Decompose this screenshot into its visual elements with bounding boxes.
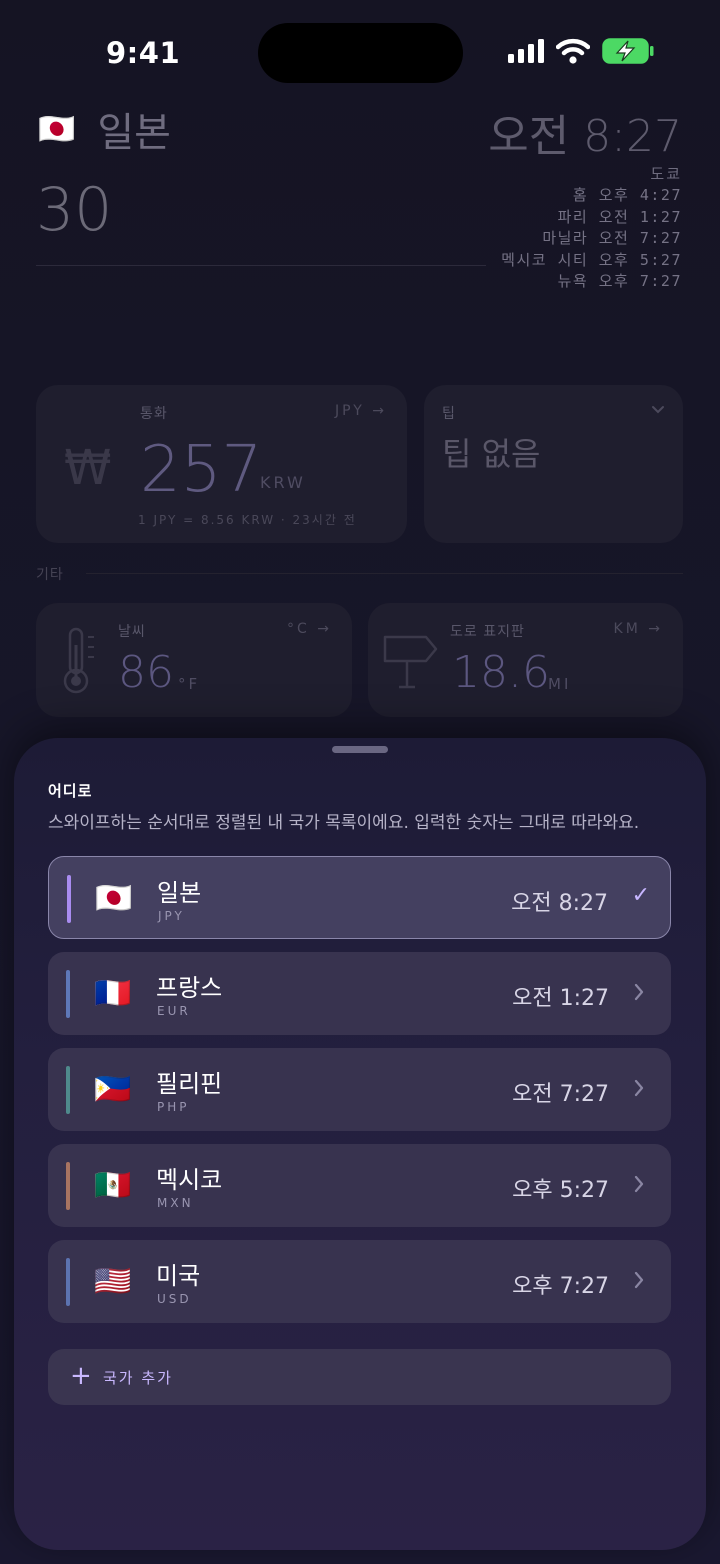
dynamic-island	[258, 23, 463, 83]
country-name: 멕시코	[156, 1166, 223, 1194]
weather-card[interactable]: 날씨 °C → 86 °F	[36, 603, 352, 717]
chevron-down-icon[interactable]	[651, 405, 665, 415]
country-time: 오후 7:27	[512, 1274, 609, 1299]
current-country[interactable]: 🇯🇵 일본	[38, 100, 171, 158]
signpost-icon	[383, 635, 438, 689]
country-time: 오후 5:27	[512, 1178, 609, 1203]
country-flag-icon: 🇺🇸	[94, 1264, 132, 1299]
currency-code: PHP	[157, 1100, 190, 1114]
road-sign-unit: MI	[548, 675, 572, 693]
status-icons	[508, 38, 654, 64]
country-name: 일본	[97, 110, 171, 156]
weather-unit-toggle[interactable]: °C →	[287, 621, 332, 637]
country-row[interactable]: 🇯🇵 일본 JPY 오전 8:27 ✓	[48, 856, 671, 939]
road-unit-toggle[interactable]: KM →	[614, 621, 663, 637]
world-clock-item: 멕시코 시티 오후 5:27	[501, 250, 682, 269]
country-name: 일본	[157, 879, 202, 907]
sheet-title: 어디로	[48, 782, 93, 800]
country-flag-icon: 🇲🇽	[94, 1168, 132, 1203]
section-label-other: 기타	[36, 567, 64, 583]
plus-icon: +	[70, 1361, 92, 1391]
currency-card-label: 통화	[140, 406, 168, 422]
destination-sheet: 어디로 스와이프하는 순서대로 정렬된 내 국가 목록이에요. 입력한 숫자는 …	[14, 738, 706, 1550]
road-sign-value: 18.6	[452, 647, 550, 698]
battery-charging-icon	[602, 38, 654, 64]
local-time: 오전 8:27	[488, 111, 682, 162]
country-time: 오전 7:27	[512, 1082, 609, 1107]
currency-code: KRW	[260, 473, 306, 492]
local-city: 도쿄	[650, 165, 682, 183]
world-clock-item: 뉴욕 오후 7:27	[557, 272, 682, 290]
country-name: 미국	[156, 1262, 201, 1290]
add-country-label: 국가 추가	[103, 1369, 173, 1387]
tip-card[interactable]: 팁 팁 없음	[424, 385, 683, 543]
country-flag-icon: 🇫🇷	[94, 976, 132, 1011]
section-divider	[86, 573, 683, 574]
country-accent-bar	[67, 875, 71, 923]
chevron-right-icon	[634, 1271, 644, 1289]
country-row[interactable]: 🇲🇽 멕시코 MXN 오후 5:27	[48, 1144, 671, 1227]
country-time: 오전 8:27	[511, 891, 608, 916]
thermometer-icon	[63, 627, 94, 694]
world-clock-item: 홈 오후 4:27	[572, 186, 682, 204]
currency-unit-toggle[interactable]: JPY →	[335, 403, 387, 419]
tip-card-label: 팁	[442, 406, 456, 422]
wifi-icon	[556, 38, 590, 64]
country-row[interactable]: 🇵🇭 필리핀 PHP 오전 7:27	[48, 1048, 671, 1131]
amount-input[interactable]: 30	[36, 175, 112, 245]
country-name: 프랑스	[156, 974, 223, 1002]
won-symbol: ₩	[64, 440, 112, 496]
add-country-button[interactable]: + 국가 추가	[48, 1349, 671, 1405]
world-clock-item: 마닐라 오전 7:27	[542, 229, 682, 247]
weather-unit: °F	[178, 675, 201, 693]
status-time: 9:41	[106, 36, 181, 70]
currency-code: EUR	[157, 1004, 191, 1018]
cellular-signal-icon	[508, 39, 544, 63]
chevron-right-icon	[634, 983, 644, 1001]
currency-code: JPY	[158, 909, 185, 923]
currency-card[interactable]: 통화 JPY → ₩ 257 KRW 1 JPY = 8.56 KRW · 23…	[36, 385, 407, 543]
world-clock-list: 홈 오후 4:27 파리 오전 1:27 마닐라 오전 7:27 멕시코 시티 …	[501, 185, 682, 293]
country-accent-bar	[66, 970, 70, 1018]
weather-card-label: 날씨	[118, 624, 146, 640]
japan-flag-icon: 🇯🇵	[38, 111, 76, 147]
chevron-right-icon	[634, 1079, 644, 1097]
currency-code: USD	[157, 1292, 192, 1306]
currency-code: MXN	[157, 1196, 194, 1210]
world-clock-item: 파리 오전 1:27	[557, 207, 682, 226]
sheet-description: 스와이프하는 순서대로 정렬된 내 국가 목록이에요. 입력한 숫자는 그대로 …	[48, 813, 640, 833]
country-flag-icon: 🇵🇭	[94, 1072, 132, 1107]
country-accent-bar	[66, 1066, 70, 1114]
amount-underline	[36, 265, 486, 266]
checkmark-icon: ✓	[631, 883, 650, 908]
country-row[interactable]: 🇫🇷 프랑스 EUR 오전 1:27	[48, 952, 671, 1035]
currency-value: 257	[140, 433, 263, 507]
exchange-rate: 1 JPY = 8.56 KRW · 23시간 전	[138, 513, 357, 527]
tip-value: 팁 없음	[442, 435, 541, 473]
chevron-right-icon	[634, 1175, 644, 1193]
country-row[interactable]: 🇺🇸 미국 USD 오후 7:27	[48, 1240, 671, 1323]
screen: 9:41 🇯🇵 일본 30 오전 8:27 도쿄 홈 오후 4:27 파리 오전…	[0, 0, 720, 1564]
country-flag-icon: 🇯🇵	[95, 881, 133, 916]
weather-value: 86	[118, 647, 174, 698]
country-accent-bar	[66, 1258, 70, 1306]
sheet-grabber[interactable]	[332, 746, 388, 753]
country-name: 필리핀	[156, 1070, 223, 1098]
country-time: 오전 1:27	[512, 986, 609, 1011]
road-sign-card[interactable]: 도로 표지판 KM → 18.6 MI	[368, 603, 683, 717]
country-accent-bar	[66, 1162, 70, 1210]
road-sign-card-label: 도로 표지판	[450, 624, 525, 640]
